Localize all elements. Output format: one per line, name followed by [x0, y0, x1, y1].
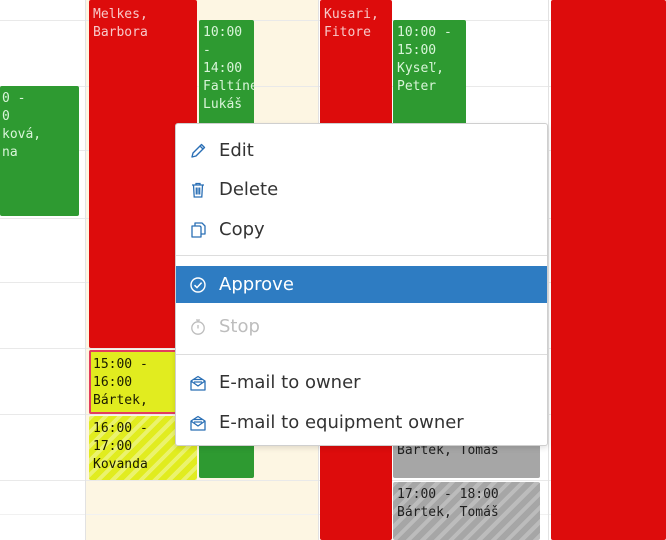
envelope-icon — [188, 413, 208, 433]
menu-item-label: Copy — [219, 219, 265, 240]
calendar-event[interactable]: 0 - 0 ková, na — [0, 86, 79, 216]
event-text: 10:00 - — [203, 25, 250, 58]
event-text: na — [2, 145, 18, 160]
menu-separator — [176, 354, 547, 355]
calendar-event[interactable] — [551, 0, 666, 540]
calendar-event[interactable]: 10:00 - 14:00 Faltínek, Lukáš — [199, 20, 254, 130]
event-text: Kusari, — [324, 7, 379, 22]
pencil-icon — [188, 141, 208, 161]
menu-item-label: Stop — [219, 316, 260, 337]
menu-item-label: Delete — [219, 179, 279, 200]
copy-icon — [188, 220, 208, 240]
event-text: ková, — [2, 127, 42, 142]
event-text: 14:00 — [203, 61, 243, 76]
calendar-event[interactable]: 17:00 - 18:00 Bártek, Tomáš — [393, 482, 540, 540]
context-menu: Edit Delete Copy Approve Stop E-mail to … — [175, 123, 548, 446]
event-text: 0 — [2, 109, 10, 124]
event-text: Peter — [397, 79, 437, 94]
menu-item-copy[interactable]: Copy — [176, 211, 547, 248]
event-text: Kovanda — [93, 457, 148, 472]
event-text: Bártek, Tomáš — [397, 505, 499, 520]
event-text: Barbora — [93, 25, 148, 40]
check-circle-icon — [188, 275, 208, 295]
event-text: Melkes, — [93, 7, 148, 22]
menu-item-email-owner[interactable]: E-mail to owner — [176, 364, 547, 401]
menu-item-email-equipment-owner[interactable]: E-mail to equipment owner — [176, 404, 547, 441]
menu-separator — [176, 255, 547, 256]
grid-line — [85, 0, 86, 540]
envelope-icon — [188, 373, 208, 393]
menu-item-label: Edit — [219, 140, 254, 161]
event-text: Fitore — [324, 25, 371, 40]
event-text: 17:00 - 18:00 — [397, 487, 499, 502]
menu-item-label: E-mail to equipment owner — [219, 412, 464, 433]
menu-item-label: Approve — [219, 274, 294, 295]
menu-item-approve[interactable]: Approve — [176, 266, 547, 303]
event-text: Kyseľ, — [397, 61, 444, 76]
stopwatch-icon — [188, 317, 208, 337]
trash-icon — [188, 180, 208, 200]
calendar-event[interactable]: 10:00 - 15:00 Kyseľ, Peter — [393, 20, 466, 130]
event-text: 15:00 — [397, 43, 437, 58]
event-text: 0 - — [2, 91, 26, 106]
menu-item-edit[interactable]: Edit — [176, 132, 547, 169]
grid-line — [548, 0, 549, 540]
menu-item-delete[interactable]: Delete — [176, 171, 547, 208]
menu-item-stop[interactable]: Stop — [176, 308, 547, 345]
event-text: 10:00 - — [397, 25, 452, 40]
menu-item-label: E-mail to owner — [219, 372, 361, 393]
event-text: Lukáš — [203, 97, 243, 112]
event-text: Faltínek, — [203, 79, 254, 94]
